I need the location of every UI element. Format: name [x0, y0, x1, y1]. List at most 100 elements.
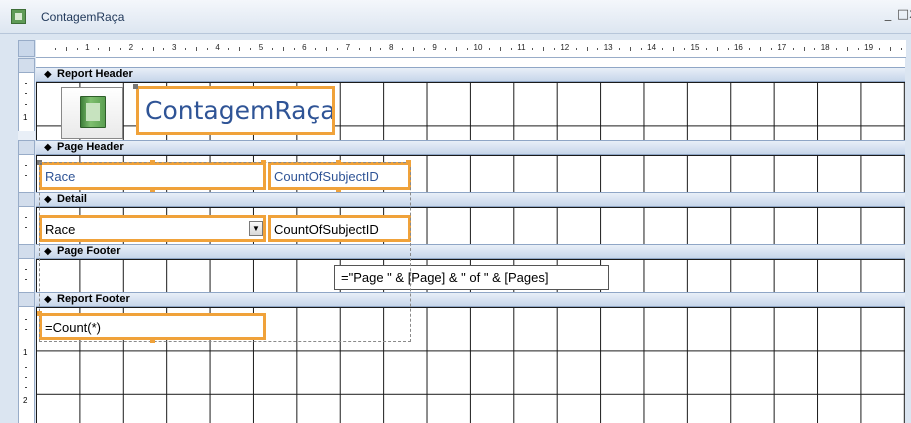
ruler-tick — [152, 47, 154, 51]
ruler-tick — [423, 48, 425, 50]
ruler-number: 11 — [517, 43, 526, 52]
ruler-tick — [402, 48, 404, 50]
vruler-detail[interactable] — [18, 207, 35, 244]
ruler-number: 1 — [85, 43, 90, 52]
ruler-number: 14 — [647, 43, 657, 52]
ruler-tick — [65, 47, 67, 51]
ruler-tick — [543, 47, 545, 51]
ruler-tick — [315, 48, 317, 50]
ruler-number: 10 — [473, 43, 483, 52]
ruler-tick — [76, 48, 78, 50]
vruler-tick — [25, 387, 27, 388]
vruler-page-footer-bar — [18, 244, 35, 259]
ruler-number: 5 — [258, 43, 264, 52]
report-selector[interactable] — [18, 40, 35, 57]
vruler-tick — [25, 377, 27, 378]
section-collapse-icon: ◆ — [44, 142, 52, 153]
report-design-surface[interactable]: ◆ Report Header ContagemRaça ◆ Page Head… — [36, 58, 905, 423]
close-button[interactable]: x — [906, 8, 911, 22]
ruler-tick — [749, 48, 751, 50]
resize-handle[interactable] — [150, 338, 155, 343]
ruler-tick — [846, 47, 848, 51]
right-scroll-edge[interactable] — [905, 58, 911, 423]
resize-handle[interactable] — [150, 187, 155, 192]
report-title-label[interactable]: ContagemRaça — [136, 86, 335, 135]
window-title: ContagemRaça — [41, 10, 125, 24]
ruler-tick — [597, 48, 599, 50]
vruler-tick — [25, 269, 27, 270]
ruler-tick — [206, 48, 208, 50]
ruler-tick — [879, 48, 881, 50]
resize-handle[interactable] — [336, 187, 341, 192]
vruler-tick — [25, 279, 27, 280]
ruler-tick — [488, 48, 490, 50]
ruler-number: 15 — [690, 43, 700, 52]
resize-handle[interactable] — [37, 311, 42, 316]
resize-handle[interactable] — [261, 160, 266, 165]
ruler-tick — [195, 47, 197, 51]
minimize-button[interactable]: _ — [881, 8, 895, 22]
vruler-report-header[interactable]: 1 — [18, 73, 35, 131]
ruler-tick — [499, 47, 501, 51]
ruler-tick — [662, 48, 664, 50]
ruler-tick — [185, 48, 187, 50]
ruler-tick — [792, 48, 794, 50]
vruler-tick — [25, 319, 27, 320]
ruler-tick — [412, 47, 414, 51]
ruler-number: 9 — [432, 43, 437, 52]
ruler-number: 4 — [215, 43, 220, 52]
ruler-number: 8 — [388, 43, 394, 52]
report-window-icon — [11, 9, 26, 24]
vruler-tick — [25, 175, 27, 176]
ruler-tick — [163, 48, 165, 50]
vertical-ruler[interactable]: 1 1 2 — [18, 58, 35, 423]
ruler-number: 13 — [603, 43, 613, 52]
ruler-number: 17 — [777, 43, 787, 52]
ruler-number: 19 — [864, 43, 874, 52]
report-logo-icon[interactable] — [61, 87, 123, 139]
ruler-number: 16 — [733, 43, 743, 52]
vruler-report-footer[interactable]: 1 2 — [18, 307, 35, 423]
vruler-number: 1 — [23, 348, 28, 357]
horizontal-ruler[interactable]: 1 2 3 4 5 6 7 8 9 10 11 12 13 14 15 16 17 18 19 — [36, 40, 906, 58]
ruler-number: 3 — [171, 43, 177, 52]
section-bar-page-header[interactable]: ◆ Page Header — [36, 140, 905, 155]
ruler-tick — [532, 48, 534, 50]
selection-bounding-box — [39, 162, 411, 342]
ruler-tick — [141, 48, 143, 50]
ruler-number: 2 — [128, 43, 134, 52]
window-titlebar[interactable]: ContagemRaça _ □ x — [0, 0, 911, 34]
vruler-report-footer-bar — [18, 292, 35, 307]
vruler-tick — [25, 93, 27, 94]
ruler-tick — [684, 48, 686, 50]
ruler-number: 6 — [302, 43, 307, 52]
vruler-number: 2 — [23, 396, 28, 405]
vruler-page-footer[interactable] — [18, 259, 35, 292]
report-title-text: ContagemRaça — [145, 96, 335, 125]
ruler-tick — [109, 47, 111, 51]
ruler-number: 18 — [820, 43, 830, 52]
resize-handle[interactable] — [336, 160, 341, 165]
ruler-tick — [727, 48, 729, 50]
ruler-tick — [770, 48, 772, 50]
section-bar-report-header[interactable]: ◆ Report Header — [36, 67, 905, 82]
ruler-tick — [293, 48, 295, 50]
vruler-tick — [25, 217, 27, 218]
resize-handle[interactable] — [406, 160, 411, 165]
vruler-page-header[interactable] — [18, 155, 35, 192]
ruler-tick — [510, 48, 512, 50]
ruler-tick — [553, 48, 555, 50]
ruler-tick — [271, 48, 273, 50]
ruler-tick — [250, 48, 252, 50]
vruler-report-header-bar — [18, 58, 35, 73]
ruler-tick — [716, 47, 718, 51]
section-collapse-icon: ◆ — [44, 69, 52, 80]
move-handle[interactable] — [133, 84, 138, 89]
vruler-page-header-bar — [18, 140, 35, 155]
ruler-tick — [640, 48, 642, 50]
resize-handle[interactable] — [150, 160, 155, 165]
vruler-tick — [25, 329, 27, 330]
vruler-tick — [25, 367, 27, 368]
ruler-tick — [326, 47, 328, 51]
section-label-report-header: Report Header — [57, 68, 133, 80]
